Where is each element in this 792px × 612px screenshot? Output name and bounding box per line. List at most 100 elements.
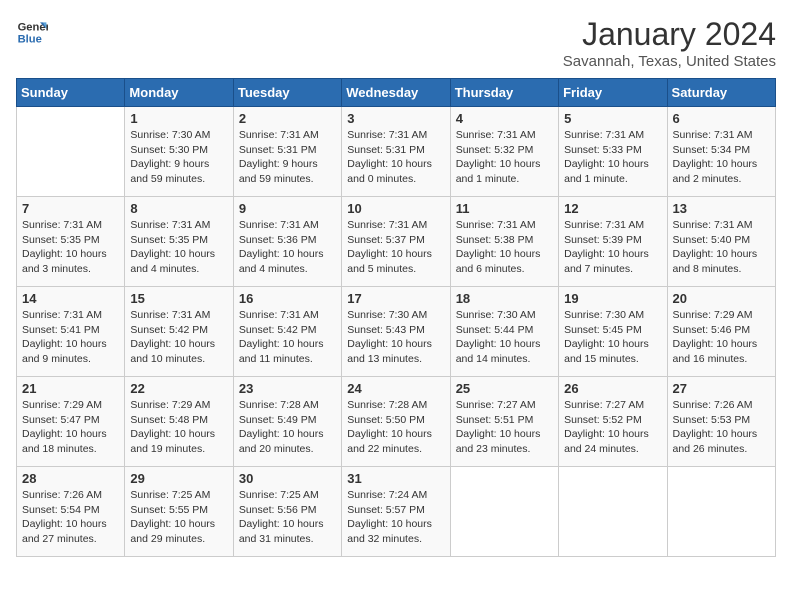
calendar-cell: 17 Sunrise: 7:30 AMSunset: 5:43 PMDayligh… [342,287,450,377]
week-row-2: 7Sunrise: 7:31 AMSunset: 5:35 PMDaylight… [17,197,776,287]
calendar-cell: 1 Sunrise: 7:30 AMSunset: 5:30 PMDaylight… [125,107,233,197]
day-number: 10 [347,201,444,216]
calendar-cell [667,467,775,557]
day-info: Sunrise: 7:24 AMSunset: 5:57 PMDaylight:… [347,488,444,547]
day-number: 4 [456,111,553,126]
day-info: Sunrise: 7:31 AMSunset: 5:37 PMDaylight:… [347,218,444,277]
day-number: 29 [130,471,227,486]
day-info: Sunrise: 7:28 AMSunset: 5:49 PMDaylight:… [239,398,336,457]
day-info: Sunrise: 7:27 AMSunset: 5:51 PMDaylight:… [456,398,553,457]
day-info: Sunrise: 7:31 AMSunset: 5:31 PMDaylight:… [347,128,444,187]
day-info: Sunrise: 7:31 AMSunset: 5:33 PMDaylight:… [564,128,661,187]
day-number: 17 [347,291,444,306]
day-info: Sunrise: 7:31 AMSunset: 5:42 PMDaylight:… [239,308,336,367]
calendar-cell: 18 Sunrise: 7:30 AMSunset: 5:44 PMDayligh… [450,287,558,377]
day-info: Sunrise: 7:25 AMSunset: 5:55 PMDaylight:… [130,488,227,547]
calendar-table: SundayMondayTuesdayWednesdayThursdayFrid… [16,78,776,557]
day-info: Sunrise: 7:30 AMSunset: 5:43 PMDaylight:… [347,308,444,367]
day-header-sunday: Sunday [17,79,125,107]
day-number: 26 [564,381,661,396]
calendar-cell: 11 Sunrise: 7:31 AMSunset: 5:38 PMDayligh… [450,197,558,287]
day-header-monday: Monday [125,79,233,107]
day-info: Sunrise: 7:31 AMSunset: 5:32 PMDaylight:… [456,128,553,187]
calendar-cell [450,467,558,557]
calendar-cell: 3 Sunrise: 7:31 AMSunset: 5:31 PMDaylight… [342,107,450,197]
day-info: Sunrise: 7:31 AMSunset: 5:35 PMDaylight:… [22,218,119,277]
day-info: Sunrise: 7:28 AMSunset: 5:50 PMDaylight:… [347,398,444,457]
day-info: Sunrise: 7:31 AMSunset: 5:42 PMDaylight:… [130,308,227,367]
calendar-cell: 20Sunrise: 7:29 AMSunset: 5:46 PMDayligh… [667,287,775,377]
day-number: 16 [239,291,336,306]
day-info: Sunrise: 7:29 AMSunset: 5:48 PMDaylight:… [130,398,227,457]
day-number: 12 [564,201,661,216]
calendar-cell: 14 Sunrise: 7:31 AMSunset: 5:41 PMDayligh… [17,287,125,377]
calendar-cell: 22 Sunrise: 7:29 AMSunset: 5:48 PMDayligh… [125,377,233,467]
day-number: 6 [673,111,770,126]
calendar-cell: 26 Sunrise: 7:27 AMSunset: 5:52 PMDayligh… [559,377,667,467]
calendar-cell: 19Sunrise: 7:30 AMSunset: 5:45 PMDayligh… [559,287,667,377]
week-row-4: 21Sunrise: 7:29 AMSunset: 5:47 PMDayligh… [17,377,776,467]
calendar-cell: 2Sunrise: 7:31 AMSunset: 5:31 PMDaylight… [233,107,341,197]
calendar-cell: 5 Sunrise: 7:31 AMSunset: 5:33 PMDaylight… [559,107,667,197]
day-number: 24 [347,381,444,396]
day-number: 19 [564,291,661,306]
day-info: Sunrise: 7:31 AMSunset: 5:41 PMDaylight:… [22,308,119,367]
week-row-5: 28 Sunrise: 7:26 AMSunset: 5:54 PMDayligh… [17,467,776,557]
day-number: 5 [564,111,661,126]
calendar-cell: 27 Sunrise: 7:26 AMSunset: 5:53 PMDayligh… [667,377,775,467]
calendar-cell: 29 Sunrise: 7:25 AMSunset: 5:55 PMDayligh… [125,467,233,557]
calendar-cell: 24 Sunrise: 7:28 AMSunset: 5:50 PMDayligh… [342,377,450,467]
day-info: Sunrise: 7:26 AMSunset: 5:53 PMDaylight:… [673,398,770,457]
day-number: 3 [347,111,444,126]
calendar-cell: 10 Sunrise: 7:31 AMSunset: 5:37 PMDayligh… [342,197,450,287]
day-number: 8 [130,201,227,216]
day-number: 1 [130,111,227,126]
day-header-tuesday: Tuesday [233,79,341,107]
day-number: 14 [22,291,119,306]
calendar-cell: 15 Sunrise: 7:31 AMSunset: 5:42 PMDayligh… [125,287,233,377]
day-number: 25 [456,381,553,396]
day-info: Sunrise: 7:31 AMSunset: 5:36 PMDaylight:… [239,218,336,277]
week-row-3: 14 Sunrise: 7:31 AMSunset: 5:41 PMDayligh… [17,287,776,377]
calendar-cell: 4 Sunrise: 7:31 AMSunset: 5:32 PMDaylight… [450,107,558,197]
day-info: Sunrise: 7:30 AMSunset: 5:30 PMDaylight:… [130,128,227,187]
day-number: 27 [673,381,770,396]
calendar-subtitle: Savannah, Texas, United States [563,53,776,70]
calendar-cell: 31 Sunrise: 7:24 AMSunset: 5:57 PMDayligh… [342,467,450,557]
title-section: January 2024 Savannah, Texas, United Sta… [563,16,776,70]
day-info: Sunrise: 7:31 AMSunset: 5:40 PMDaylight:… [673,218,770,277]
day-number: 9 [239,201,336,216]
day-info: Sunrise: 7:30 AMSunset: 5:44 PMDaylight:… [456,308,553,367]
day-info: Sunrise: 7:27 AMSunset: 5:52 PMDaylight:… [564,398,661,457]
day-number: 31 [347,471,444,486]
day-number: 30 [239,471,336,486]
day-number: 13 [673,201,770,216]
day-header-thursday: Thursday [450,79,558,107]
day-number: 11 [456,201,553,216]
day-number: 23 [239,381,336,396]
calendar-cell: 13 Sunrise: 7:31 AMSunset: 5:40 PMDayligh… [667,197,775,287]
day-info: Sunrise: 7:31 AMSunset: 5:39 PMDaylight:… [564,218,661,277]
day-header-wednesday: Wednesday [342,79,450,107]
day-number: 28 [22,471,119,486]
day-header-friday: Friday [559,79,667,107]
calendar-cell: 9 Sunrise: 7:31 AMSunset: 5:36 PMDaylight… [233,197,341,287]
calendar-cell: 16 Sunrise: 7:31 AMSunset: 5:42 PMDayligh… [233,287,341,377]
day-number: 18 [456,291,553,306]
day-number: 22 [130,381,227,396]
calendar-cell: 7Sunrise: 7:31 AMSunset: 5:35 PMDaylight… [17,197,125,287]
day-number: 15 [130,291,227,306]
day-info: Sunrise: 7:31 AMSunset: 5:31 PMDaylight:… [239,128,336,187]
day-info: Sunrise: 7:29 AMSunset: 5:46 PMDaylight:… [673,308,770,367]
header-row: SundayMondayTuesdayWednesdayThursdayFrid… [17,79,776,107]
day-info: Sunrise: 7:25 AMSunset: 5:56 PMDaylight:… [239,488,336,547]
calendar-cell: 23 Sunrise: 7:28 AMSunset: 5:49 PMDayligh… [233,377,341,467]
day-info: Sunrise: 7:31 AMSunset: 5:38 PMDaylight:… [456,218,553,277]
svg-text:Blue: Blue [18,33,42,45]
calendar-title: January 2024 [563,16,776,53]
day-info: Sunrise: 7:26 AMSunset: 5:54 PMDaylight:… [22,488,119,547]
page-container: General Blue January 2024 Savannah, Texa… [16,16,776,557]
day-number: 21 [22,381,119,396]
day-info: Sunrise: 7:31 AMSunset: 5:35 PMDaylight:… [130,218,227,277]
calendar-cell: 30 Sunrise: 7:25 AMSunset: 5:56 PMDayligh… [233,467,341,557]
